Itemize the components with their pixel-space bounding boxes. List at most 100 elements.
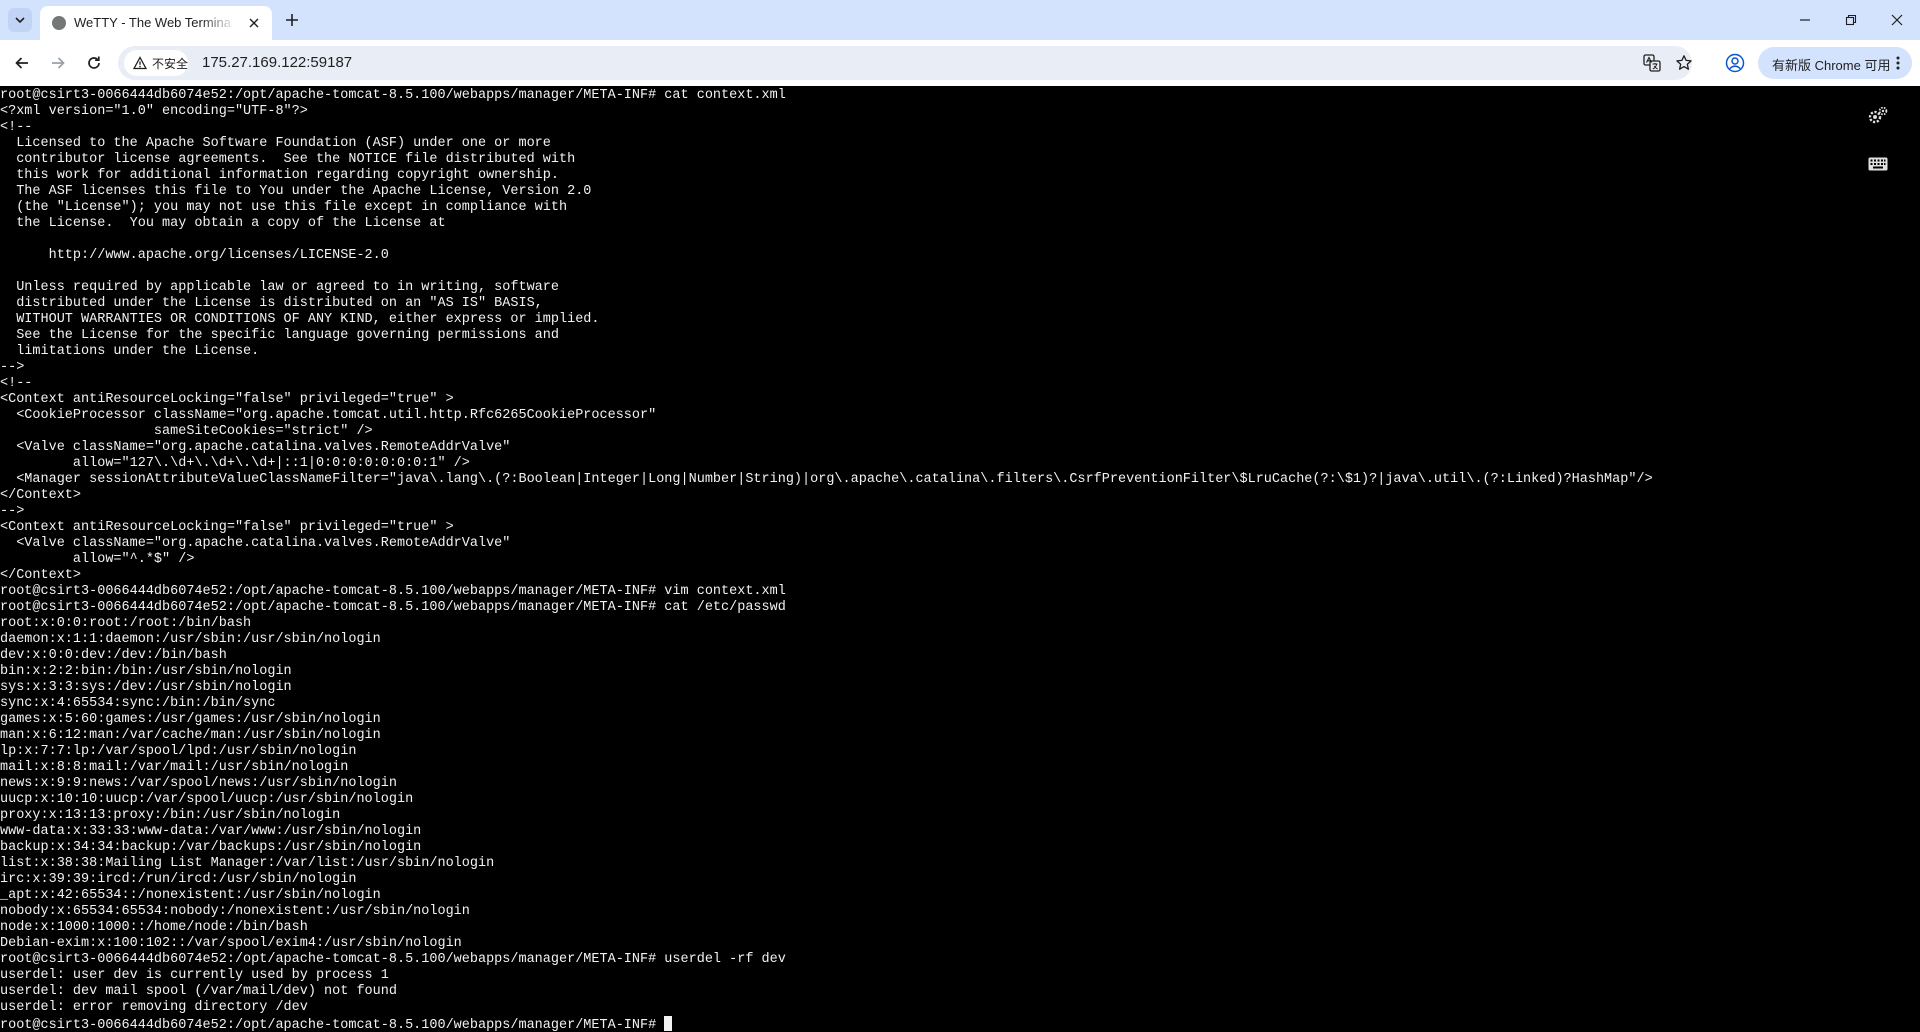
url-text[interactable]: 175.27.169.122:59187 (202, 54, 352, 71)
terminal-line: root@csirt3-0066444db6074e52:/opt/apache… (0, 1016, 1653, 1032)
terminal-line: The ASF licenses this file to You under … (0, 184, 1653, 200)
bookmark-button[interactable] (1674, 53, 1694, 73)
terminal-line: dev:x:0:0:dev:/dev:/bin/bash (0, 648, 1653, 664)
terminal-line-text: userdel: dev mail spool (/var/mail/dev) … (0, 984, 397, 999)
terminal-line-text: backup:x:34:34:backup:/var/backups:/usr/… (0, 840, 422, 855)
terminal-line-text: <Manager sessionAttributeValueClassNameF… (0, 472, 1653, 487)
terminal-line-text: man:x:6:12:man:/var/cache/man:/usr/sbin/… (0, 728, 381, 743)
new-tab-button[interactable] (282, 10, 302, 30)
address-bar[interactable]: 不安全 175.27.169.122:59187 (118, 46, 1692, 80)
terminal-line-text: mail:x:8:8:mail:/var/mail:/usr/sbin/nolo… (0, 760, 349, 775)
terminal-line: limitations under the License. (0, 344, 1653, 360)
profile-button[interactable] (1723, 51, 1747, 75)
terminal-line: <!-- (0, 120, 1653, 136)
terminal-line: root@csirt3-0066444db6074e52:/opt/apache… (0, 600, 1653, 616)
browser-toolbar: 不安全 175.27.169.122:59187 有新版 Chrome 可用 (0, 40, 1920, 86)
terminal-line: <!-- (0, 376, 1653, 392)
terminal-line: www-data:x:33:33:www-data:/var/www:/usr/… (0, 824, 1653, 840)
back-button[interactable] (10, 51, 34, 75)
terminal-line-text: contributor license agreements. See the … (0, 152, 576, 167)
terminal-line-text: lp:x:7:7:lp:/var/spool/lpd:/usr/sbin/nol… (0, 744, 357, 759)
terminal-line-text: www-data:x:33:33:www-data:/var/www:/usr/… (0, 824, 422, 839)
close-window-button[interactable] (1874, 0, 1920, 40)
arrow-right-icon (52, 57, 65, 69)
warning-triangle-icon (132, 55, 148, 71)
terminal-line-text: sameSiteCookies="strict" /> (0, 424, 373, 439)
chrome-update-button[interactable]: 有新版 Chrome 可用 (1758, 47, 1912, 79)
terminal-line: <Valve className="org.apache.catalina.va… (0, 536, 1653, 552)
terminal-line-text: <CookieProcessor className="org.apache.t… (0, 408, 657, 423)
profile-icon (1725, 53, 1745, 73)
terminal-line-text: root@csirt3-0066444db6074e52:/opt/apache… (0, 584, 786, 599)
terminal-line-text: <Context antiResourceLocking="false" pri… (0, 392, 454, 407)
tab-close-button[interactable] (246, 15, 262, 31)
site-security-chip[interactable]: 不安全 (124, 50, 188, 76)
terminal-line: <CookieProcessor className="org.apache.t… (0, 408, 1653, 424)
wetty-settings-button[interactable] (1866, 104, 1890, 128)
terminal-line: See the License for the specific languag… (0, 328, 1653, 344)
terminal-line: http://www.apache.org/licenses/LICENSE-2… (0, 248, 1653, 264)
terminal-line-text: WITHOUT WARRANTIES OR CONDITIONS OF ANY … (0, 312, 600, 327)
security-label: 不安全 (151, 56, 188, 71)
star-icon (1676, 55, 1692, 70)
translate-button[interactable] (1642, 53, 1662, 73)
tab-search-button[interactable] (8, 8, 32, 32)
terminal-line-text: list:x:38:38:Mailing List Manager:/var/l… (0, 856, 495, 871)
terminal-line-text: sys:x:3:3:sys:/dev:/usr/sbin/nologin (0, 680, 292, 695)
terminal-line: uucp:x:10:10:uucp:/var/spool/uucp:/usr/s… (0, 792, 1653, 808)
terminal-line: root@csirt3-0066444db6074e52:/opt/apache… (0, 584, 1653, 600)
forward-button[interactable] (46, 51, 70, 75)
terminal-line-text: root@csirt3-0066444db6074e52:/opt/apache… (0, 1018, 665, 1032)
terminal-line: Unless required by applicable law or agr… (0, 280, 1653, 296)
terminal-line: this work for additional information reg… (0, 168, 1653, 184)
terminal-line: Licensed to the Apache Software Foundati… (0, 136, 1653, 152)
terminal-line: sync:x:4:65534:sync:/bin:/bin/sync (0, 696, 1653, 712)
terminal-line-text: </Context> (0, 568, 82, 583)
terminal-line-text: allow="^.*$" /> (0, 552, 195, 567)
terminal-screen[interactable]: root@csirt3-0066444db6074e52:/opt/apache… (0, 86, 1920, 1032)
terminal-line: </Context> (0, 568, 1653, 584)
terminal-line: distributed under the License is distrib… (0, 296, 1653, 312)
maximize-button[interactable] (1828, 0, 1874, 40)
terminal-cursor (664, 1016, 673, 1031)
terminal-line-text: (the "License"); you may not use this fi… (0, 200, 568, 215)
wetty-keyboard-button[interactable] (1866, 152, 1890, 176)
terminal-line: WITHOUT WARRANTIES OR CONDITIONS OF ANY … (0, 312, 1653, 328)
terminal-line-text: userdel: error removing directory /dev (0, 1000, 308, 1015)
terminal-line-text: games:x:5:60:games:/usr/games:/usr/sbin/… (0, 712, 381, 727)
terminal-line: contributor license agreements. See the … (0, 152, 1653, 168)
kebab-icon (1890, 53, 1906, 73)
terminal-line-text: The ASF licenses this file to You under … (0, 184, 592, 199)
terminal-line: backup:x:34:34:backup:/var/backups:/usr/… (0, 840, 1653, 856)
update-label: 有新版 Chrome 可用 (1772, 58, 1891, 73)
terminal-line-text: distributed under the License is distrib… (0, 296, 543, 311)
terminal-line: root@csirt3-0066444db6074e52:/opt/apache… (0, 88, 1653, 104)
translate-icon (1643, 54, 1661, 72)
restore-icon (1845, 14, 1857, 26)
active-tab[interactable]: WeTTY - The Web Terminal Emulator (40, 6, 272, 40)
terminal-line: root:x:0:0:root:/root:/bin/bash (0, 616, 1653, 632)
terminal-line: the License. You may obtain a copy of th… (0, 216, 1653, 232)
terminal-line-text: Unless required by applicable law or agr… (0, 280, 559, 295)
gears-icon (1868, 106, 1888, 124)
reload-button[interactable] (82, 51, 106, 75)
terminal-line: node:x:1000:1000::/home/node:/bin/bash (0, 920, 1653, 936)
terminal-line: lp:x:7:7:lp:/var/spool/lpd:/usr/sbin/nol… (0, 744, 1653, 760)
terminal-line: <Manager sessionAttributeValueClassNameF… (0, 472, 1653, 488)
terminal-line: <Context antiResourceLocking="false" pri… (0, 392, 1653, 408)
terminal-line-text: <!-- (0, 120, 33, 135)
terminal-line-text: news:x:9:9:news:/var/spool/news:/usr/sbi… (0, 776, 397, 791)
minimize-button[interactable] (1782, 0, 1828, 40)
terminal-line: irc:x:39:39:ircd:/run/ircd:/usr/sbin/nol… (0, 872, 1653, 888)
terminal-line-text: uucp:x:10:10:uucp:/var/spool/uucp:/usr/s… (0, 792, 414, 807)
terminal-line-text: Licensed to the Apache Software Foundati… (0, 136, 551, 151)
terminal-line-text: node:x:1000:1000::/home/node:/bin/bash (0, 920, 308, 935)
terminal-line-text: <Valve className="org.apache.catalina.va… (0, 536, 511, 551)
terminal-line: allow="^.*$" /> (0, 552, 1653, 568)
terminal-output: root@csirt3-0066444db6074e52:/opt/apache… (0, 88, 1653, 1032)
terminal-line: mail:x:8:8:mail:/var/mail:/usr/sbin/nolo… (0, 760, 1653, 776)
terminal-line-text: See the License for the specific languag… (0, 328, 559, 343)
terminal-line-text: root@csirt3-0066444db6074e52:/opt/apache… (0, 88, 786, 103)
